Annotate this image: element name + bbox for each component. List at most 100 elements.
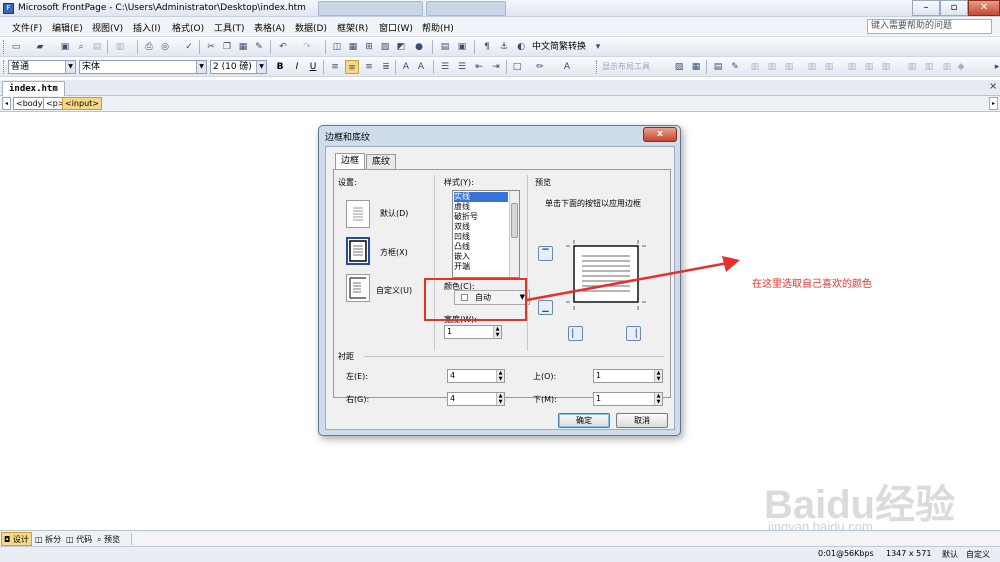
tag-input[interactable]: <input> — [62, 97, 102, 110]
padding-top-spinner[interactable]: 1 ▲ ▼ — [593, 369, 663, 383]
menu-format[interactable]: 格式(O) — [172, 21, 204, 34]
menu-table[interactable]: 表格(A) — [254, 21, 285, 34]
dropdown-arrow-icon[interactable]: ▾ — [591, 40, 605, 54]
draw-table-icon[interactable]: ▦ — [689, 60, 703, 74]
show-layout-tools-button[interactable]: 显示布局工具 — [602, 60, 650, 74]
menu-view[interactable]: 视图(V) — [92, 21, 123, 34]
print-icon[interactable]: ⎙ — [142, 40, 156, 54]
table-tool-icon[interactable]: ▥ — [782, 60, 796, 74]
scroll-right-icon[interactable]: ▸ — [989, 97, 998, 110]
spelling-icon[interactable]: ✓ — [182, 40, 196, 54]
menu-data[interactable]: 数据(D) — [295, 21, 327, 34]
format-painter-icon[interactable]: ✎ — [252, 40, 266, 54]
style-option[interactable]: 嵌入 — [454, 252, 508, 262]
spin-arrows-icon[interactable]: ▲ ▼ — [493, 326, 501, 338]
bottom-border-button[interactable]: ▁ — [538, 300, 553, 315]
maximize-button[interactable]: ▫ — [940, 0, 968, 16]
paste-icon[interactable]: ▦ — [236, 40, 250, 54]
new-page-icon[interactable]: ▭ — [9, 40, 23, 54]
style-option[interactable]: 凹线 — [454, 232, 508, 242]
menu-tools[interactable]: 工具(T) — [214, 21, 245, 34]
hyperlink-icon[interactable]: ● — [412, 40, 426, 54]
table-tool-icon[interactable]: ▥ — [922, 60, 936, 74]
close-document-icon[interactable]: × — [989, 81, 997, 92]
table-tool-icon[interactable]: ▥ — [805, 60, 819, 74]
table-tool-icon[interactable]: ▥ — [940, 60, 954, 74]
copy-icon[interactable]: ❐ — [220, 40, 234, 54]
tab-shading[interactable]: 底纹 — [366, 154, 397, 169]
right-border-button[interactable]: ▕ — [626, 326, 641, 341]
view-tab-design[interactable]: ◘ 设计 — [1, 532, 32, 546]
toolbar-grip[interactable] — [3, 60, 6, 74]
align-left-icon[interactable]: ≡ — [328, 60, 342, 74]
folder-list-icon[interactable]: ▤ — [438, 40, 452, 54]
open-folder-icon[interactable]: ▰ — [33, 40, 47, 54]
table-tool-icon[interactable]: ▥ — [845, 60, 859, 74]
undo-icon[interactable]: ↶ — [276, 40, 290, 54]
menu-help[interactable]: 帮助(H) — [422, 21, 454, 34]
toggle-pane-icon[interactable]: ▥ — [113, 40, 127, 54]
menu-file[interactable]: 文件(F) — [12, 21, 42, 34]
increase-indent-icon[interactable]: ⇥ — [489, 60, 503, 74]
minimize-button[interactable]: – — [912, 0, 940, 16]
toolbar-grip[interactable] — [596, 60, 599, 74]
layout-table-icon[interactable]: ▧ — [672, 60, 686, 74]
style-option[interactable]: 开端 — [454, 262, 508, 272]
table-tool-icon[interactable]: ▥ — [822, 60, 836, 74]
zh-convert-icon[interactable]: ◐ — [514, 40, 528, 54]
cancel-button[interactable]: 取消 — [616, 413, 668, 428]
padding-left-spinner[interactable]: 4 ▲ ▼ — [447, 369, 505, 383]
highlight-icon[interactable]: ✏ — [533, 60, 547, 74]
border-custom-icon[interactable] — [346, 274, 370, 302]
redo-icon[interactable]: ↷ — [300, 40, 314, 54]
ok-button[interactable]: 确定 — [558, 413, 610, 428]
table-tool-icon[interactable]: ▥ — [905, 60, 919, 74]
tab-index-htm[interactable]: index.htm — [2, 81, 65, 96]
anchor-icon[interactable]: ⚓ — [497, 40, 511, 54]
style-list-scrollbar[interactable] — [509, 191, 519, 277]
width-spinner[interactable]: 1 ▲ ▼ — [444, 325, 502, 339]
underline-button[interactable]: U — [306, 60, 320, 74]
border-box-icon[interactable] — [346, 237, 370, 265]
table-tool-icon[interactable]: ▥ — [862, 60, 876, 74]
top-border-button[interactable]: ▔ — [538, 246, 553, 261]
horizontal-scrollbar[interactable] — [131, 533, 1000, 545]
view-tab-code[interactable]: ◫ 代码 — [63, 532, 95, 546]
font-color-icon[interactable]: A — [560, 60, 574, 74]
search-icon[interactable]: ⌕ — [74, 40, 88, 54]
show-all-icon[interactable]: ¶ — [480, 40, 494, 54]
layer-icon[interactable]: ⊞ — [362, 40, 376, 54]
decrease-font-icon[interactable]: A — [414, 60, 428, 74]
cell-formatting-icon[interactable]: ▤ — [711, 60, 725, 74]
insert-picture-icon[interactable]: ▨ — [378, 40, 392, 54]
spin-arrows-icon[interactable]: ▲ ▼ — [496, 393, 504, 405]
bullet-list-icon[interactable]: ☰ — [455, 60, 469, 74]
spin-arrows-icon[interactable]: ▲ ▼ — [654, 393, 662, 405]
spin-arrows-icon[interactable]: ▲ ▼ — [496, 370, 504, 382]
tab-borders[interactable]: 边框 — [335, 153, 366, 169]
zh-convert-button[interactable]: 中文简繁转换 — [532, 40, 586, 54]
border-style-list[interactable]: 实线 虚线 破折号 双线 凹线 凸线 嵌入 开端 — [452, 190, 520, 278]
style-option[interactable]: 双线 — [454, 222, 508, 232]
left-border-button[interactable]: ▏ — [568, 326, 583, 341]
numbered-list-icon[interactable]: ☰ — [438, 60, 452, 74]
menu-frames[interactable]: 框架(R) — [337, 21, 368, 34]
font-size-select[interactable]: 2 (10 磅) ▼ — [210, 60, 267, 74]
increase-font-icon[interactable]: A — [399, 60, 413, 74]
padding-right-spinner[interactable]: 4 ▲ ▼ — [447, 392, 505, 406]
publish-icon[interactable]: ▤ — [90, 40, 104, 54]
style-option[interactable]: 实线 — [454, 192, 508, 202]
menu-insert[interactable]: 插入(I) — [133, 21, 161, 34]
preview-icon[interactable]: ◎ — [158, 40, 172, 54]
edit-icon[interactable]: ✎ — [728, 60, 742, 74]
view-tab-split[interactable]: ◫ 拆分 — [32, 532, 64, 546]
dialog-close-button[interactable]: x — [643, 127, 677, 142]
italic-button[interactable]: I — [290, 60, 304, 74]
cut-icon[interactable]: ✂ — [204, 40, 218, 54]
help-question-input[interactable]: 键入需要帮助的问题 — [867, 19, 992, 34]
align-center-icon[interactable]: ≡ — [345, 60, 359, 74]
toolbar-grip[interactable] — [3, 40, 6, 54]
insert-table-icon[interactable]: ▦ — [346, 40, 360, 54]
align-right-icon[interactable]: ≡ — [362, 60, 376, 74]
web-component-icon[interactable]: ◫ — [330, 40, 344, 54]
